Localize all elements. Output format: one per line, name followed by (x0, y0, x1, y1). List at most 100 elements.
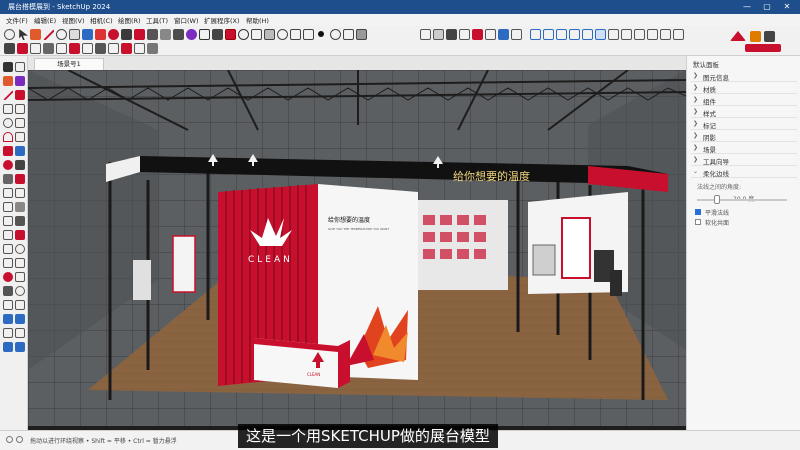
x-ray-icon[interactable] (330, 29, 341, 40)
add-location-icon[interactable] (485, 29, 496, 40)
tray-section-instructor[interactable]: ❯ 工具向导 (691, 155, 797, 166)
walk-icon[interactable] (3, 286, 13, 296)
menu-file[interactable]: 文件(F) (6, 15, 28, 25)
rotate-tool-icon[interactable] (108, 29, 119, 40)
zoom-icon[interactable] (238, 29, 249, 40)
tray-section-components[interactable]: ❯ 组件 (691, 95, 797, 106)
line-icon[interactable] (3, 90, 13, 100)
tray-section-scenes[interactable]: ❯ 场景 (691, 143, 797, 154)
close-button[interactable]: ✕ (780, 1, 794, 13)
menu-tools[interactable]: 工具(T) (146, 15, 168, 25)
sandbox-icon[interactable] (108, 43, 119, 54)
camera-icon[interactable] (225, 29, 236, 40)
push-pull-icon[interactable] (82, 29, 93, 40)
3d-text-icon[interactable] (15, 216, 25, 226)
orbit-icon[interactable] (15, 230, 25, 240)
eraser-icon[interactable] (3, 76, 13, 86)
move-tool-icon[interactable] (95, 29, 106, 40)
text-tool-icon[interactable] (160, 29, 171, 40)
drape-icon[interactable] (147, 43, 158, 54)
smooth-normals-checkbox[interactable] (695, 209, 701, 215)
solid-tools-icon[interactable] (4, 43, 15, 54)
previous-view-icon[interactable] (3, 272, 13, 282)
tray-section-soften-edges[interactable]: ⌄ 柔化边线 (691, 167, 797, 178)
circle-icon[interactable] (3, 118, 13, 128)
followme-icon[interactable] (15, 160, 25, 170)
photo-texture-icon[interactable] (511, 29, 522, 40)
smoove-icon[interactable] (121, 43, 132, 54)
pie-icon[interactable] (15, 132, 25, 142)
tape-measure-icon[interactable] (147, 29, 158, 40)
angle-slider-thumb[interactable] (713, 195, 720, 204)
freehand-icon[interactable] (15, 90, 25, 100)
wireframe-icon[interactable] (343, 29, 354, 40)
pushpull-icon[interactable] (15, 146, 25, 156)
menu-draw[interactable]: 绘图(R) (118, 15, 141, 25)
sandbox-scratch-icon[interactable] (15, 300, 25, 310)
zoom-extents-icon[interactable] (15, 258, 25, 268)
minimize-button[interactable]: — (740, 1, 754, 13)
look-around-icon[interactable] (15, 286, 25, 296)
plugin-bar-icon[interactable] (745, 44, 781, 52)
tray-section-styles[interactable]: ❯ 样式 (691, 107, 797, 118)
info-icon[interactable] (6, 436, 13, 443)
stamp-icon[interactable] (15, 314, 25, 324)
geo-status-icon[interactable] (16, 436, 23, 443)
model-viewport[interactable]: 给你想要的温度 CLEAN 给你想要的温度 GIVE YOU THE TEMPE… (28, 70, 686, 426)
match-photo-icon[interactable] (660, 29, 671, 40)
axes-icon[interactable] (3, 216, 13, 226)
top-view-icon[interactable] (303, 29, 314, 40)
arc-icon[interactable] (3, 132, 13, 142)
zoom-extents-icon[interactable] (251, 29, 262, 40)
move-icon[interactable] (3, 146, 13, 156)
shadow-icon[interactable] (634, 29, 645, 40)
arc-tool-icon[interactable] (56, 29, 67, 40)
maximize-button[interactable]: ▢ (760, 1, 774, 13)
views-front-icon[interactable] (530, 29, 541, 40)
rectangle-tool-icon[interactable] (69, 29, 80, 40)
select-tool-icon[interactable] (19, 29, 28, 40)
layout-icon[interactable] (446, 29, 457, 40)
tray-section-entity-info[interactable]: ❯ 图元信息 (691, 71, 797, 82)
tray-section-shadows[interactable]: ❯ 阴影 (691, 131, 797, 142)
views-right-icon[interactable] (543, 29, 554, 40)
walk-icon[interactable] (264, 29, 275, 40)
scene-tab-1[interactable]: 场景号1 (34, 58, 104, 70)
soften-coplanar-checkbox[interactable] (695, 219, 701, 225)
line-tool-icon[interactable] (43, 29, 54, 40)
extension-warehouse-icon[interactable] (433, 29, 444, 40)
layers-icon[interactable] (595, 29, 606, 40)
scale-tool-icon[interactable] (121, 29, 132, 40)
menu-help[interactable]: 帮助(H) (246, 15, 269, 25)
menu-camera[interactable]: 相机(C) (90, 15, 113, 25)
select-tool-icon[interactable] (3, 62, 13, 72)
menu-edit[interactable]: 编辑(E) (34, 15, 56, 25)
stamp-icon[interactable] (134, 43, 145, 54)
menu-view[interactable]: 视图(V) (62, 15, 85, 25)
trim-icon[interactable] (82, 43, 93, 54)
outliner-icon[interactable] (608, 29, 619, 40)
views-left-icon[interactable] (569, 29, 580, 40)
split-icon[interactable] (95, 43, 106, 54)
fog-icon[interactable] (647, 29, 658, 40)
dot-icon[interactable] (318, 31, 324, 37)
zoom-window-icon[interactable] (3, 258, 13, 268)
paint-fill-icon[interactable] (15, 342, 25, 352)
style-builder-icon[interactable] (459, 29, 470, 40)
angle-slider-track[interactable] (697, 199, 787, 201)
sandbox-from-contours-icon[interactable] (3, 300, 13, 310)
menu-extensions[interactable]: 扩展程序(X) (204, 15, 240, 25)
rotate-icon[interactable] (3, 160, 13, 170)
paint-bucket-icon[interactable] (186, 29, 197, 40)
drape-icon[interactable] (3, 328, 13, 338)
flip-edge-icon[interactable] (3, 342, 13, 352)
orbit-icon[interactable] (173, 29, 184, 40)
eraser-icon[interactable] (30, 29, 41, 40)
terrain-icon[interactable] (498, 29, 509, 40)
position-camera-icon[interactable] (15, 272, 25, 282)
rectangle-icon[interactable] (3, 104, 13, 114)
render-plugin-icon[interactable] (730, 31, 746, 41)
text-icon[interactable] (15, 202, 25, 212)
section-icon[interactable] (3, 230, 13, 240)
instructor-icon[interactable] (673, 29, 684, 40)
